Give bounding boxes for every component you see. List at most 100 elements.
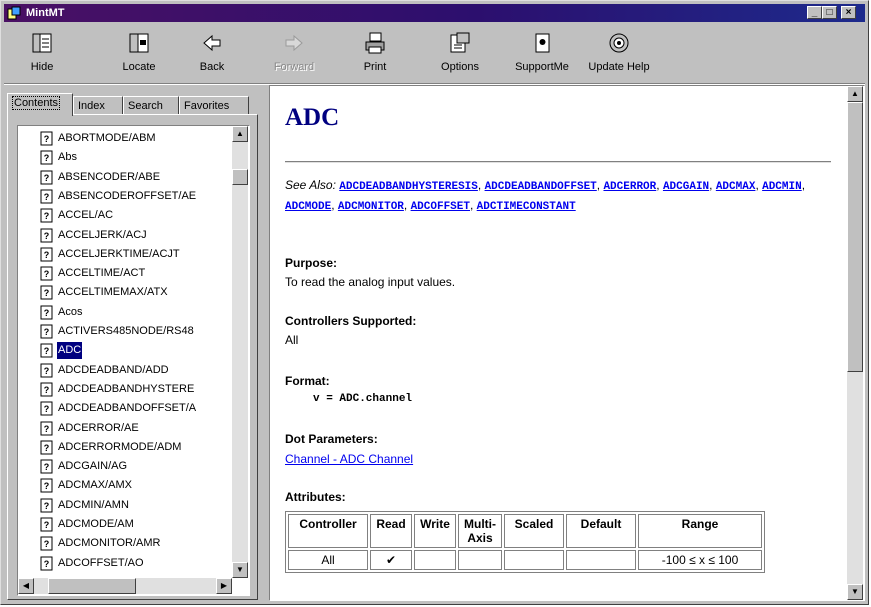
help-page-icon: ?	[40, 170, 53, 185]
table-header: Write	[414, 514, 456, 548]
tree-item-label: ADCDEADBANDHYSTERE	[58, 382, 195, 395]
forward-arrow-icon	[285, 34, 303, 52]
minimize-icon: _	[811, 7, 818, 18]
tree-item-label: ADC	[57, 342, 83, 360]
channel-link[interactable]: Channel - ADC Channel	[285, 452, 413, 466]
tree-item-label: ABORTMODE/ABM	[58, 132, 156, 144]
tree-item-label: ACCEL/AC	[58, 209, 114, 222]
see-also-link[interactable]: ADCERROR	[603, 181, 656, 193]
svg-text:?: ?	[44, 481, 50, 491]
maximize-icon: □	[826, 7, 833, 18]
table-cell	[414, 550, 456, 570]
back-button[interactable]: Back	[187, 27, 237, 79]
table-header: Default	[566, 514, 636, 548]
help-page-icon: ?	[40, 517, 53, 532]
purpose-heading: Purpose:	[285, 256, 338, 270]
topic-pane: ADC See Also: ADCDEADBANDHYSTERESIS, ADC…	[269, 85, 865, 601]
attributes-heading: Attributes:	[285, 490, 346, 504]
locate-icon	[129, 33, 149, 53]
tree-scroll-thumb[interactable]	[232, 169, 248, 185]
see-also-link[interactable]: ADCMONITOR	[338, 201, 404, 213]
svg-text:?: ?	[44, 346, 50, 356]
locate-button[interactable]: Locate	[104, 27, 174, 79]
help-page-icon: ?	[40, 363, 53, 378]
help-page-icon: ?	[40, 478, 53, 493]
options-icon	[450, 32, 470, 53]
supportme-button[interactable]: SupportMe	[506, 27, 578, 79]
see-also-link[interactable]: ADCDEADBANDHYSTERESIS	[339, 181, 478, 193]
table-header: Range	[638, 514, 762, 548]
help-page-icon: ?	[40, 440, 53, 455]
forward-button[interactable]: Forward	[266, 27, 322, 79]
close-button[interactable]: ×	[841, 6, 856, 19]
tab-favorites[interactable]: Favorites	[179, 96, 249, 115]
help-page-icon: ?	[40, 498, 53, 513]
tab-contents[interactable]: Contents	[7, 93, 73, 116]
see-also-link[interactable]: ADCMODE	[285, 201, 331, 213]
help-window: MintMT _ □ × Hide Locate Back Forward Pr…	[0, 0, 869, 605]
tree-list: ? ABORTMODE/ABM? Abs? ABSENCODER/ABE? ABSENC…	[18, 126, 230, 578]
tree-vertical-scrollbar[interactable]: ▲ ▼	[232, 126, 248, 578]
help-page-icon: ?	[40, 285, 53, 300]
table-cell	[566, 550, 636, 570]
svg-text:?: ?	[44, 443, 50, 453]
topic-scroll-down-button[interactable]: ▼	[847, 584, 863, 600]
table-cell: ✔	[370, 550, 412, 570]
topic-vertical-scrollbar[interactable]: ▲ ▼	[847, 86, 863, 600]
tab-contents-label: Contents	[12, 96, 61, 110]
svg-text:?: ?	[44, 327, 50, 337]
svg-text:?: ?	[44, 462, 50, 472]
help-page-icon: ?	[40, 247, 53, 262]
tree-item-label: ADCDEADBAND/ADD	[58, 363, 169, 376]
help-page-icon: ?	[40, 150, 53, 165]
tree-horizontal-scrollbar[interactable]: ◀ ▶	[18, 578, 232, 594]
print-button[interactable]: Print	[352, 27, 398, 79]
help-page-icon: ?	[40, 343, 53, 358]
tree-item-label: ACCELJERK/ACJ	[58, 228, 147, 241]
table-header: Scaled	[504, 514, 564, 548]
options-label: Options	[441, 61, 479, 73]
help-page-icon: ?	[40, 536, 53, 551]
see-also-link[interactable]: ADCMAX	[716, 181, 756, 193]
tree-hscroll-thumb[interactable]	[48, 578, 136, 594]
attributes-table: Controller Read Write Multi- Axis Scaled…	[285, 511, 765, 573]
svg-text:?: ?	[44, 539, 50, 549]
tree-item-label: ADCMIN/AMN	[58, 498, 129, 511]
scroll-left-button[interactable]: ◀	[18, 578, 34, 594]
see-also-link[interactable]: ADCDEADBANDOFFSET	[485, 181, 597, 193]
window-title: MintMT	[26, 7, 65, 19]
options-button[interactable]: Options	[432, 27, 488, 79]
scroll-right-button[interactable]: ▶	[216, 578, 232, 594]
see-also-link[interactable]: ADCMIN	[762, 181, 802, 193]
scroll-up-button[interactable]: ▲	[232, 126, 248, 142]
svg-text:?: ?	[44, 288, 50, 298]
help-page-icon: ?	[40, 305, 53, 320]
table-cell	[458, 550, 502, 570]
svg-text:?: ?	[44, 424, 50, 434]
controllers-text: All	[285, 333, 299, 347]
svg-text:?: ?	[44, 250, 50, 260]
tab-favorites-label: Favorites	[184, 100, 230, 112]
tree-item-label: ADCMODE/AM	[58, 518, 134, 530]
title-bar[interactable]: MintMT _ □ ×	[4, 4, 865, 22]
tree-item-label: ACCELJERKTIME/ACJT	[58, 247, 180, 260]
see-also-link[interactable]: ADCOFFSET	[411, 201, 470, 213]
help-page-icon: ?	[40, 266, 53, 281]
toolbar: Hide Locate Back Forward Print Options S…	[4, 25, 865, 81]
tab-search[interactable]: Search	[123, 96, 179, 115]
dot-parameters-heading: Dot Parameters:	[285, 432, 378, 446]
topic-scroll-up-button[interactable]: ▲	[847, 86, 863, 102]
topic-scroll-thumb[interactable]	[847, 102, 863, 372]
see-also-link[interactable]: ADCTIMECONSTANT	[477, 201, 576, 213]
update-help-icon	[609, 33, 629, 53]
maximize-button[interactable]: □	[822, 6, 837, 19]
svg-text:?: ?	[44, 520, 50, 530]
update-help-button[interactable]: Update Help	[582, 27, 656, 79]
scroll-down-button[interactable]: ▼	[232, 562, 248, 578]
hide-button[interactable]: Hide	[14, 27, 70, 79]
see-also-link[interactable]: ADCGAIN	[663, 181, 709, 193]
svg-text:?: ?	[44, 134, 50, 144]
minimize-button[interactable]: _	[807, 6, 822, 19]
tab-index[interactable]: Index	[73, 96, 123, 115]
update-help-label: Update Help	[588, 61, 650, 73]
